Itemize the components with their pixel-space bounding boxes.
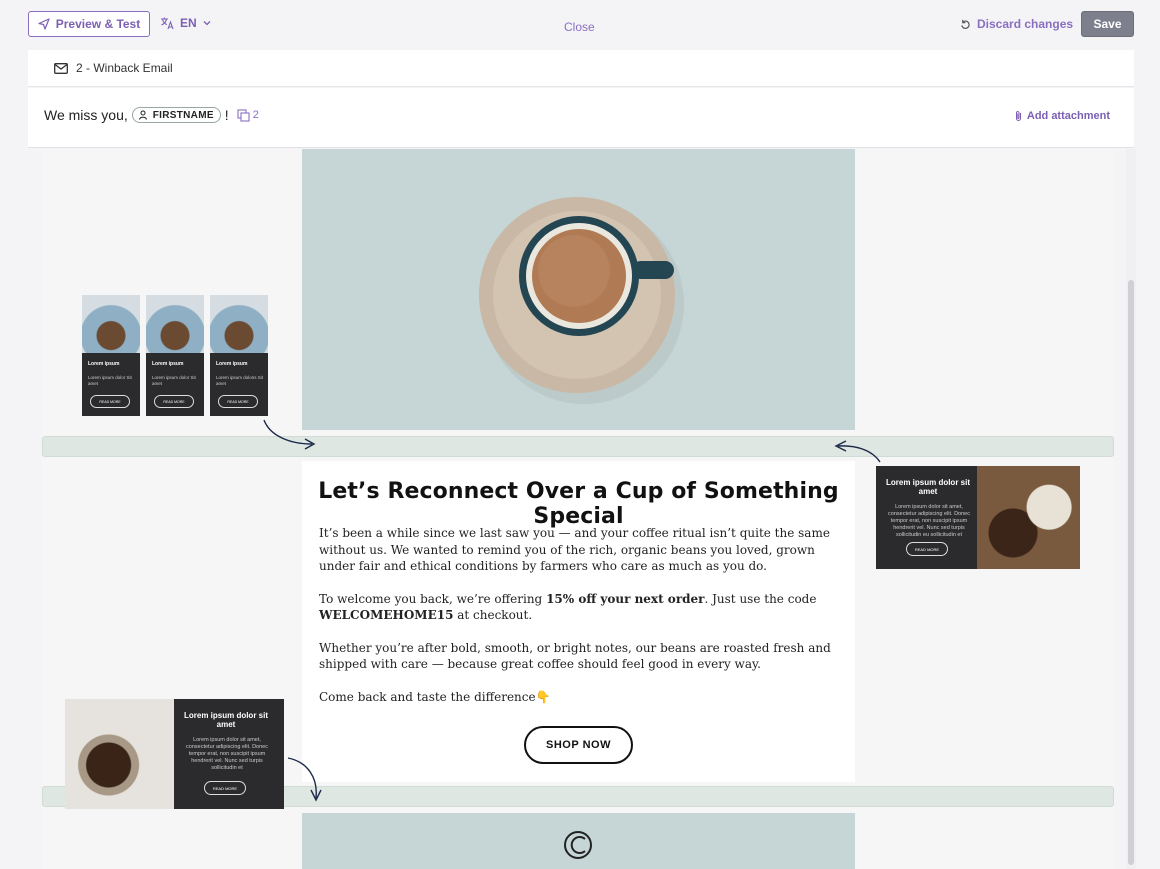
scrollbar-thumb[interactable] — [1128, 280, 1134, 865]
language-selector[interactable]: EN — [160, 16, 211, 30]
read-more-button[interactable]: READ MORE — [204, 781, 246, 795]
subject-line[interactable]: We miss you, FIRSTNAME ! 2 — [44, 107, 259, 123]
close-link[interactable]: Close — [564, 20, 595, 34]
mini-card-text: Lorem ipsum dolor Sit amet — [88, 375, 132, 386]
undo-icon — [961, 19, 970, 29]
subject-bar[interactable]: We miss you, FIRSTNAME ! 2 Add attachmen… — [28, 88, 1134, 148]
read-more-button[interactable]: READ MORE — [154, 395, 194, 408]
coffee-portafilter-image — [65, 699, 174, 809]
add-attachment-button[interactable]: Add attachment — [1014, 110, 1110, 122]
read-more-button[interactable]: READ MORE — [218, 395, 258, 408]
save-button[interactable]: Save — [1081, 11, 1134, 37]
top-bar: Preview & Test EN Close Discard changes … — [0, 0, 1160, 50]
footer-logo-block[interactable] — [302, 813, 855, 869]
offer-text: at checkout. — [453, 608, 533, 622]
subject-prefix: We miss you, — [44, 107, 128, 123]
mini-card-image — [210, 295, 268, 353]
mini-card-title: Lorem ipsum — [88, 361, 120, 367]
section-divider[interactable] — [42, 436, 1114, 457]
body-paragraph-offer: To welcome you back, we’re offering 15% … — [319, 591, 839, 624]
coffee-beans-image — [977, 466, 1080, 569]
email-name-bar: 2 - Winback Email — [28, 50, 1134, 87]
hero-image-block[interactable] — [302, 149, 855, 430]
body-paragraph: It’s been a while since we last saw you … — [319, 526, 830, 573]
coffee-cup-image — [479, 197, 684, 404]
email-body[interactable]: It’s been a while since we last saw you … — [319, 525, 839, 721]
mini-card-title: Lorem ipsum — [216, 361, 248, 367]
mini-card-text: Lorem ipsum dolons Sit amet — [216, 375, 264, 386]
mini-card-text: Lorem ipsum dolor Sit amet — [152, 375, 196, 386]
mini-card-group[interactable]: Lorem ipsum Lorem ipsum dolor Sit amet R… — [82, 295, 268, 416]
content-block[interactable]: Let’s Reconnect Over a Cup of Something … — [302, 461, 855, 782]
card-text: Lorem ipsum dolor sit amet, consectetur … — [186, 737, 268, 771]
language-label: EN — [180, 16, 197, 30]
envelope-icon — [54, 62, 68, 74]
email-heading: Let’s Reconnect Over a Cup of Something … — [318, 479, 839, 529]
offer-text: To welcome you back, we’re offering — [319, 591, 547, 606]
mini-card[interactable]: Lorem ipsum Lorem ipsum dolor Sit amet R… — [146, 295, 204, 416]
card-text-area: Lorem ipsum dolor sit amet Lorem ipsum d… — [876, 466, 977, 569]
discard-changes-label: Discard changes — [977, 17, 1074, 31]
personalization-token[interactable]: FIRSTNAME — [131, 107, 221, 123]
subject-suffix: ! — [224, 107, 229, 123]
card-title: Lorem ipsum dolor sit amet — [885, 478, 970, 496]
card-title: Lorem ipsum dolor sit amet — [183, 711, 268, 729]
send-icon — [38, 18, 50, 30]
template-card-right[interactable]: Lorem ipsum dolor sit amet Lorem ipsum d… — [876, 466, 1080, 569]
brand-logo-icon — [564, 831, 592, 859]
translate-icon — [161, 17, 174, 30]
version-count: 2 — [252, 109, 259, 121]
mini-card[interactable]: Lorem ipsum Lorem ipsum dolor Sit amet R… — [82, 295, 140, 416]
discard-changes-button[interactable]: Discard changes — [960, 17, 1073, 31]
email-name: 2 - Winback Email — [76, 61, 173, 75]
mini-card-image — [82, 295, 140, 353]
paperclip-icon — [1015, 111, 1021, 121]
shop-now-button[interactable]: SHOP NOW — [524, 726, 633, 764]
preview-test-button[interactable]: Preview & Test — [28, 11, 150, 37]
versions-indicator[interactable]: 2 — [237, 108, 259, 122]
offer-discount: 15% off your next order — [546, 591, 705, 606]
read-more-button[interactable]: READ MORE — [90, 395, 130, 408]
mini-card-image — [146, 295, 204, 353]
chevron-down-icon — [203, 21, 211, 26]
template-card-left[interactable]: Lorem ipsum dolor sit amet Lorem ipsum d… — [65, 699, 284, 809]
add-attachment-label: Add attachment — [1026, 110, 1110, 122]
card-text: Lorem ipsum dolor sit amet, consectetur … — [888, 504, 970, 538]
user-icon — [138, 110, 147, 120]
body-paragraph: Come back and taste the difference👇 — [319, 689, 551, 704]
read-more-button[interactable]: READ MORE — [906, 542, 948, 556]
body-paragraph: Whether you’re after bold, smooth, or br… — [319, 640, 831, 672]
preview-test-label: Preview & Test — [55, 17, 141, 31]
card-text-area: Lorem ipsum dolor sit amet Lorem ipsum d… — [174, 699, 284, 809]
token-label: FIRSTNAME — [152, 109, 214, 121]
copy-icon — [237, 108, 250, 122]
mini-card-title: Lorem ipsum — [152, 361, 184, 367]
offer-code: WELCOMEHOME15 — [319, 608, 454, 622]
offer-text: . Just use the code — [704, 591, 817, 606]
mini-card[interactable]: Lorem ipsum Lorem ipsum dolons Sit amet … — [210, 295, 268, 416]
